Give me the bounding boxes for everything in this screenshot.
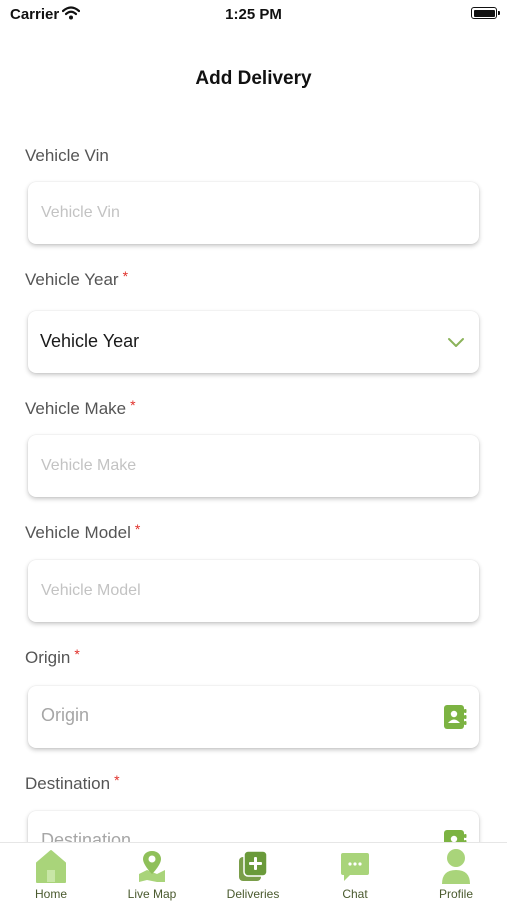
contact-book-icon[interactable] bbox=[443, 829, 467, 842]
required-asterisk: * bbox=[130, 397, 136, 413]
destination-label: Destination * bbox=[25, 772, 120, 794]
vehicle-model-label-text: Vehicle Model bbox=[25, 523, 131, 542]
add-delivery-form: Vehicle Vin Vehicle Year* Vehicle Year V… bbox=[0, 0, 507, 842]
tab-home[interactable]: Home bbox=[11, 843, 91, 901]
vehicle-vin-field[interactable] bbox=[28, 182, 479, 244]
vehicle-vin-input[interactable] bbox=[41, 182, 421, 244]
destination-input[interactable] bbox=[41, 811, 421, 842]
tab-chat-label: Chat bbox=[342, 887, 368, 901]
tab-live-map[interactable]: Live Map bbox=[112, 843, 192, 901]
vehicle-make-label-text: Vehicle Make bbox=[25, 399, 127, 418]
destination-field[interactable] bbox=[28, 811, 479, 842]
tab-live-map-label: Live Map bbox=[127, 887, 177, 901]
vehicle-make-field[interactable] bbox=[28, 435, 479, 497]
required-asterisk: * bbox=[114, 772, 120, 788]
tab-chat[interactable]: Chat bbox=[315, 843, 395, 901]
vehicle-year-label-text: Vehicle Year bbox=[25, 270, 119, 289]
map-pin-icon bbox=[135, 848, 169, 889]
vehicle-make-input[interactable] bbox=[41, 435, 421, 497]
tab-home-label: Home bbox=[34, 887, 67, 901]
required-asterisk: * bbox=[122, 268, 129, 284]
vehicle-vin-label: Vehicle Vin bbox=[25, 146, 109, 166]
origin-input[interactable] bbox=[41, 686, 421, 748]
vehicle-year-select[interactable]: Vehicle Year bbox=[28, 311, 479, 373]
origin-field[interactable] bbox=[28, 686, 479, 748]
chevron-down-icon bbox=[447, 335, 465, 353]
tab-deliveries[interactable]: Deliveries bbox=[213, 843, 293, 901]
vehicle-year-label: Vehicle Year * bbox=[25, 268, 129, 290]
chat-icon bbox=[338, 848, 372, 889]
tab-deliveries-label: Deliveries bbox=[226, 887, 280, 901]
home-icon bbox=[34, 848, 68, 889]
contact-book-icon[interactable] bbox=[443, 704, 467, 735]
origin-label: Origin * bbox=[25, 646, 80, 668]
required-asterisk: * bbox=[74, 646, 80, 662]
profile-icon bbox=[439, 848, 473, 891]
tab-profile[interactable]: Profile bbox=[416, 843, 496, 901]
bottom-tab-bar: Home Live Map Deliveries Chat Profile bbox=[0, 842, 507, 901]
tab-profile-label: Profile bbox=[438, 887, 473, 901]
vehicle-year-value: Vehicle Year bbox=[40, 331, 140, 351]
vehicle-vin-label-text: Vehicle Vin bbox=[25, 146, 109, 165]
origin-label-text: Origin bbox=[25, 648, 71, 667]
destination-label-text: Destination bbox=[25, 774, 111, 793]
required-asterisk: * bbox=[134, 521, 141, 537]
vehicle-make-label: Vehicle Make * bbox=[25, 397, 136, 419]
vehicle-model-input[interactable] bbox=[41, 560, 421, 622]
vehicle-model-label: Vehicle Model * bbox=[25, 521, 141, 543]
add-delivery-icon bbox=[236, 848, 270, 889]
vehicle-model-field[interactable] bbox=[28, 560, 479, 622]
